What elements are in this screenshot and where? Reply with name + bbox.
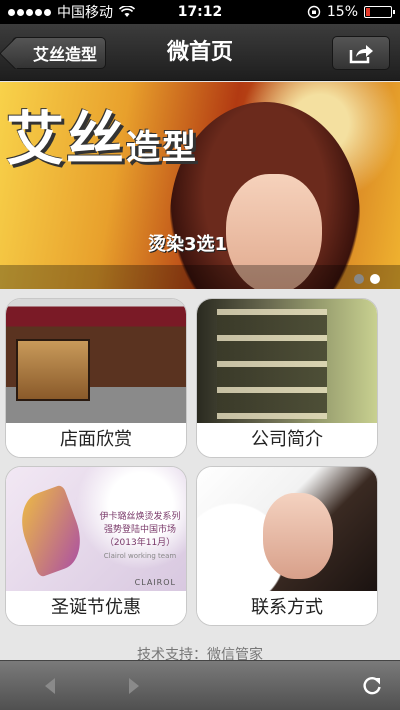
battery-percent: 15% <box>326 4 358 20</box>
forward-arrow-icon <box>129 678 139 694</box>
store-front-image <box>6 299 186 425</box>
carousel-dot-active[interactable] <box>370 274 380 284</box>
tile-contact[interactable]: 联系方式 <box>196 466 378 626</box>
tile-label: 店面欣赏 <box>6 423 186 457</box>
refresh-button[interactable] <box>360 674 384 698</box>
tile-company-intro[interactable]: 公司简介 <box>196 298 378 458</box>
battery-fill <box>366 8 370 16</box>
carousel-dots[interactable] <box>354 274 380 284</box>
tile-label: 联系方式 <box>197 591 377 625</box>
status-bar: 中国移动 17:12 15% <box>0 0 400 24</box>
share-icon <box>349 45 373 64</box>
promo-banner[interactable]: 艾丝造型 烫染3选1 <box>0 82 400 289</box>
signal-strength-icon <box>8 8 51 16</box>
tile-label: 公司简介 <box>197 423 377 457</box>
banner-title-small: 造型 <box>126 128 199 168</box>
promo-flower-image: 伊卡璐丝焕烫发系列 强势登陆中国市场 （2013年11月） Clairol wo… <box>6 467 186 593</box>
carrier-name: 中国移动 <box>57 5 113 21</box>
refresh-icon <box>363 676 381 695</box>
tile-label: 圣诞节优惠 <box>6 591 186 625</box>
promo-image-text: 伊卡璐丝焕烫发系列 强势登陆中国市场 （2013年11月） Clairol wo… <box>94 511 186 563</box>
tile-store-gallery[interactable]: 店面欣赏 <box>5 298 187 458</box>
banner-footer <box>0 265 400 289</box>
tech-support-text: 技术支持：微信管家 <box>137 647 263 660</box>
browser-back-button[interactable] <box>38 674 62 698</box>
tile-christmas-offer[interactable]: 伊卡璐丝焕烫发系列 强势登陆中国市场 （2013年11月） Clairol wo… <box>5 466 187 626</box>
browser-toolbar <box>0 660 400 710</box>
back-arrow-icon <box>45 678 55 694</box>
browser-forward-button[interactable] <box>122 674 146 698</box>
banner-title-big: 艾丝 <box>6 105 127 173</box>
navigation-bar: 艾丝造型 微首页 <box>0 24 400 81</box>
wifi-icon <box>119 6 135 17</box>
rotation-lock-icon <box>307 5 321 19</box>
battery-icon <box>364 6 395 18</box>
promo-text-line: 强势登陆中国市场 <box>103 525 176 535</box>
banner-subtitle: 烫染3选1 <box>148 234 228 255</box>
promo-text-line: 伊卡璐丝焕烫发系列 <box>99 512 181 522</box>
share-button[interactable] <box>332 36 390 70</box>
salon-interior-image <box>197 299 377 425</box>
back-button-label: 艾丝造型 <box>33 45 98 64</box>
banner-title: 艾丝造型 <box>6 92 198 176</box>
model-portrait-image <box>197 467 377 593</box>
brand-logo: CLAIROL <box>134 578 176 587</box>
carousel-dot[interactable] <box>354 274 364 284</box>
back-button[interactable]: 艾丝造型 <box>12 37 107 69</box>
promo-text-line: （2013年11月） <box>104 538 176 548</box>
calla-lily-graphic <box>11 484 91 578</box>
promo-text-line: Clairol working team <box>103 552 177 560</box>
